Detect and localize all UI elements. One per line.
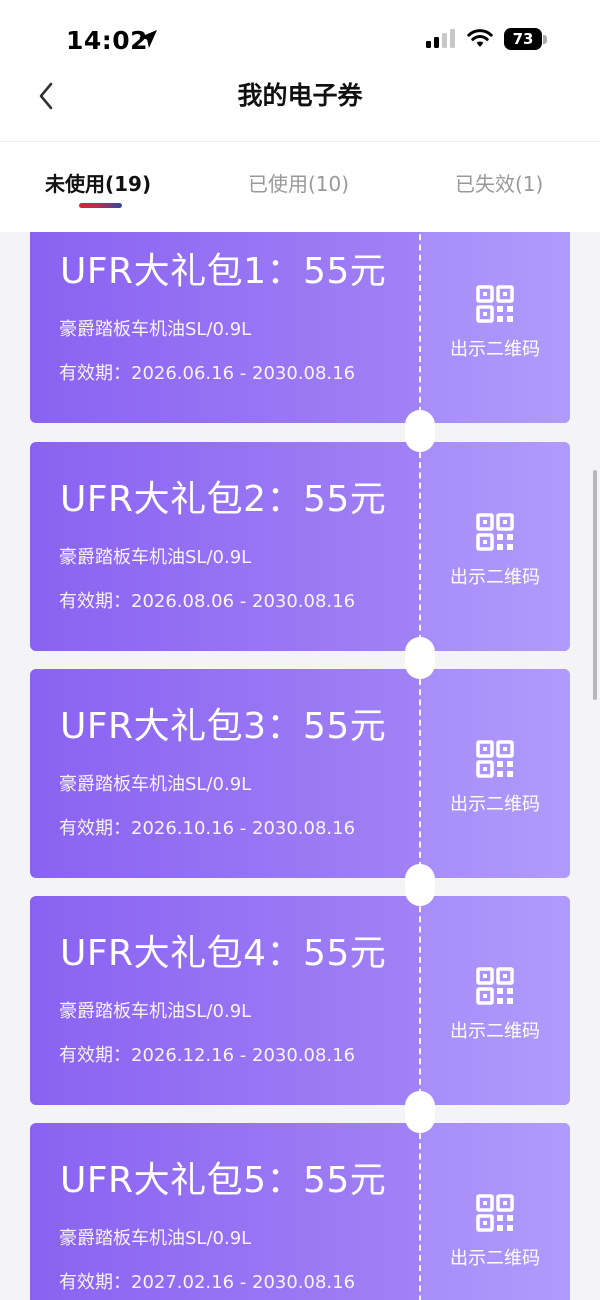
tab-expired[interactable]: 已失效(1) — [455, 170, 543, 198]
qr-code-icon[interactable] — [475, 284, 515, 324]
coupon-title: UFR大礼包1：55元 — [60, 251, 387, 292]
qr-code-icon[interactable] — [475, 512, 515, 552]
scrollbar[interactable] — [593, 470, 597, 700]
ticket-notch — [405, 410, 435, 452]
tab-used[interactable]: 已使用(10) — [248, 170, 349, 198]
coupon-card[interactable]: UFR大礼包3：55元 豪爵踏板车机油SL/0.9L 有效期：2026.10.1… — [30, 669, 570, 878]
perforation-line — [419, 896, 421, 1105]
coupon-product: 豪爵踏板车机油SL/0.9L — [59, 319, 252, 340]
coupon-validity: 有效期：2026.08.06 - 2030.08.16 — [59, 591, 356, 612]
nav-divider — [0, 141, 600, 142]
tab-unused[interactable]: 未使用(19) — [45, 170, 151, 198]
show-qr-label[interactable]: 出示二维码 — [420, 1247, 570, 1271]
qr-code-icon[interactable] — [475, 1193, 515, 1233]
coupon-product: 豪爵踏板车机油SL/0.9L — [59, 547, 252, 568]
page-title: 我的电子券 — [237, 81, 363, 110]
perforation-line — [419, 669, 421, 878]
coupon-product: 豪爵踏板车机油SL/0.9L — [59, 1001, 252, 1022]
ticket-notch — [405, 864, 435, 906]
coupon-product: 豪爵踏板车机油SL/0.9L — [59, 1228, 252, 1249]
battery-level: 73 — [512, 30, 534, 48]
show-qr-label[interactable]: 出示二维码 — [420, 338, 570, 362]
coupon-stub — [420, 232, 570, 423]
coupon-validity: 有效期：2026.12.16 - 2030.08.16 — [59, 1045, 356, 1066]
cellular-signal-icon — [426, 29, 455, 48]
show-qr-label[interactable]: 出示二维码 — [420, 1020, 570, 1044]
perforation-line — [419, 232, 421, 423]
coupon-validity: 有效期：2027.02.16 - 2030.08.16 — [59, 1272, 356, 1293]
coupon-card[interactable]: UFR大礼包4：55元 豪爵踏板车机油SL/0.9L 有效期：2026.12.1… — [30, 896, 570, 1105]
battery-icon: 73 — [504, 28, 542, 50]
coupon-title: UFR大礼包3：55元 — [60, 706, 387, 747]
coupon-card[interactable]: UFR大礼包1：55元 豪爵踏板车机油SL/0.9L 有效期：2026.06.1… — [30, 232, 570, 423]
coupon-title: UFR大礼包5：55元 — [60, 1160, 387, 1201]
perforation-line — [419, 442, 421, 651]
ticket-notch — [405, 1091, 435, 1133]
coupon-title: UFR大礼包4：55元 — [60, 933, 387, 974]
header-area: 14:02 73 我的电子券 未使用(19) 已使用(10) 已失效(1) — [0, 0, 600, 232]
ticket-notch — [405, 637, 435, 679]
active-tab-indicator — [79, 203, 122, 208]
coupon-card[interactable]: UFR大礼包2：55元 豪爵踏板车机油SL/0.9L 有效期：2026.08.0… — [30, 442, 570, 651]
wifi-icon — [467, 29, 493, 47]
perforation-line — [419, 1123, 421, 1300]
coupon-list[interactable]: UFR大礼包1：55元 豪爵踏板车机油SL/0.9L 有效期：2026.06.1… — [0, 232, 600, 1300]
coupon-product: 豪爵踏板车机油SL/0.9L — [59, 774, 252, 795]
show-qr-label[interactable]: 出示二维码 — [420, 793, 570, 817]
qr-code-icon[interactable] — [475, 739, 515, 779]
status-bar: 14:02 73 — [0, 0, 600, 80]
coupon-validity: 有效期：2026.06.16 - 2030.08.16 — [59, 363, 356, 384]
status-time: 14:02 — [66, 26, 149, 55]
show-qr-label[interactable]: 出示二维码 — [420, 566, 570, 590]
qr-code-icon[interactable] — [475, 966, 515, 1006]
battery-tip — [543, 35, 547, 44]
coupon-card[interactable]: UFR大礼包5：55元 豪爵踏板车机油SL/0.9L 有效期：2027.02.1… — [30, 1123, 570, 1300]
coupon-validity: 有效期：2026.10.16 - 2030.08.16 — [59, 818, 356, 839]
coupon-title: UFR大礼包2：55元 — [60, 479, 387, 520]
location-arrow-icon — [139, 30, 157, 48]
